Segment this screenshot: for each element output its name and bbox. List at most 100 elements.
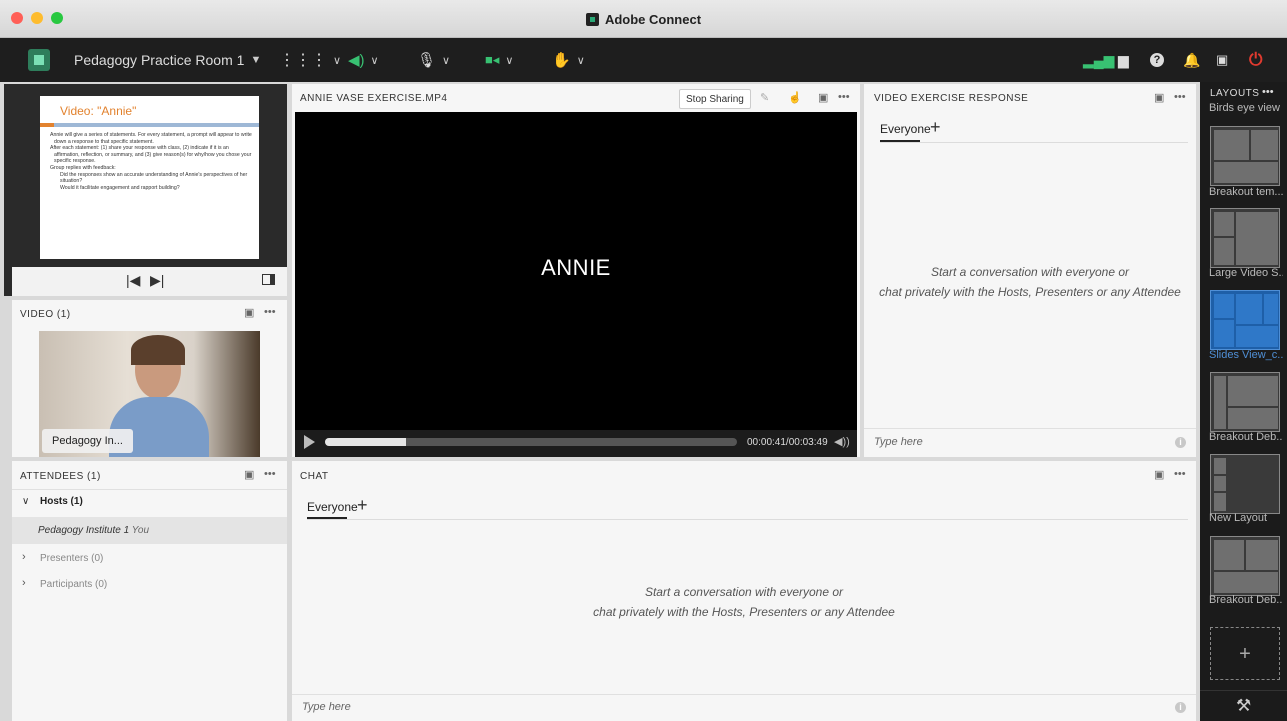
more-options-icon[interactable]: ••• xyxy=(838,91,850,103)
play-icon[interactable] xyxy=(304,435,315,449)
layout-label[interactable]: Slides View_c... xyxy=(1209,349,1283,361)
layout-thumbnail-large-video[interactable] xyxy=(1210,208,1280,268)
layout-thumbnail-breakout-debrief[interactable] xyxy=(1210,372,1280,432)
video-pod-title: VIDEO (1) xyxy=(20,309,71,320)
add-tab-icon[interactable]: + xyxy=(357,495,368,516)
connection-status-button[interactable]: ▂▄▆ xyxy=(1083,38,1114,82)
chat-pod-title: CHAT xyxy=(300,471,329,482)
chevron-down-icon: ∨ xyxy=(505,54,514,67)
microphone-icon: 🎙 xyxy=(417,52,437,69)
pointer-icon[interactable]: ☝ xyxy=(788,91,802,104)
layout-label[interactable]: Large Video S... xyxy=(1209,267,1283,279)
presenters-group[interactable]: Presenters (0) xyxy=(40,553,103,564)
chevron-down-icon: ∨ xyxy=(576,54,585,67)
layout-label[interactable]: New Layout xyxy=(1209,512,1283,524)
pod-menu-button[interactable]: ⋮⋮⋮ ∨ xyxy=(279,38,341,82)
grid-icon: ⋮⋮⋮ xyxy=(279,52,327,69)
layout-label[interactable]: Birds eye view xyxy=(1209,102,1283,114)
chevron-right-icon[interactable]: › xyxy=(22,577,26,589)
maximize-pod-icon[interactable]: ▣ xyxy=(244,306,254,319)
add-tab-icon[interactable]: + xyxy=(930,117,941,138)
slide-content: Video: "Annie" Annie will give a series … xyxy=(40,96,259,259)
layout-label[interactable]: Breakout Deb... xyxy=(1209,431,1283,443)
app-menu-icon[interactable] xyxy=(28,49,50,71)
maximize-pod-icon[interactable]: ▣ xyxy=(244,468,254,481)
room-name-menu[interactable]: Pedagogy Practice Room 1 ▼ xyxy=(74,38,261,82)
add-layout-button[interactable]: + xyxy=(1210,627,1280,680)
more-options-icon[interactable]: ••• xyxy=(1262,86,1274,98)
person-hair xyxy=(131,335,185,365)
slide-sub-bullet: Did the responses show an accurate under… xyxy=(60,171,248,185)
empty-message-line: Start a conversation with everyone or xyxy=(930,265,1130,279)
exit-button[interactable]: ⏻ xyxy=(1249,38,1262,82)
hosts-group[interactable]: Hosts (1) xyxy=(40,496,83,507)
microphone-button[interactable]: 🎙 ∨ xyxy=(417,38,450,82)
empty-message-line: Start a conversation with everyone or xyxy=(644,585,844,599)
video-response-empty-message: Start a conversation with everyone or ch… xyxy=(864,262,1196,302)
slide-accent-bar xyxy=(40,123,54,127)
empty-message-line: chat privately with the Hosts, Presenter… xyxy=(593,605,895,619)
info-icon[interactable]: i xyxy=(1175,437,1186,448)
speaker-button[interactable]: ◀) ∨ xyxy=(348,38,379,82)
chat-button[interactable]: ▆ xyxy=(1118,38,1129,82)
chevron-down-icon: ∨ xyxy=(370,54,379,67)
tab-divider xyxy=(307,519,1188,520)
stop-sharing-button[interactable]: Stop Sharing xyxy=(679,89,751,109)
hand-icon: ✋ xyxy=(552,52,571,69)
video-time: 00:00:41/00:03:49 xyxy=(747,437,828,448)
layout-thumbnail-slides-view[interactable] xyxy=(1210,290,1280,350)
slide-sub-bullet: Would it facilitate engagement and rappo… xyxy=(60,184,180,191)
more-options-icon[interactable]: ••• xyxy=(264,468,276,480)
layout-label[interactable]: Breakout tem... xyxy=(1209,186,1283,198)
tab-divider xyxy=(880,142,1188,143)
more-options-icon[interactable]: ••• xyxy=(264,306,276,318)
slide-title: Video: "Annie" xyxy=(60,104,137,118)
volume-icon[interactable]: ◀)) xyxy=(834,435,850,448)
video-progress-bar[interactable] xyxy=(325,438,737,446)
help-button[interactable]: ? xyxy=(1150,38,1164,82)
layout-thumbnail-new-layout[interactable] xyxy=(1210,454,1280,514)
power-icon: ⏻ xyxy=(1249,50,1263,69)
previous-slide-button[interactable]: |◀ xyxy=(126,272,140,289)
next-slide-button[interactable]: ▶| xyxy=(150,272,164,289)
maximize-pod-icon[interactable]: ▣ xyxy=(1154,91,1164,104)
maximize-pod-icon[interactable]: ▣ xyxy=(818,91,828,104)
sidebar-toggle-icon[interactable] xyxy=(262,274,275,285)
share-pod-title: ANNIE VASE EXERCISE.MP4 xyxy=(300,93,448,104)
adobe-connect-logo-icon xyxy=(585,12,599,26)
notifications-button[interactable]: 🔔 xyxy=(1183,38,1200,82)
fullscreen-icon: ▣ xyxy=(1216,52,1229,67)
raise-hand-button[interactable]: ✋ ∨ xyxy=(552,38,585,82)
video-response-input[interactable]: Type here xyxy=(874,436,923,448)
room-name: Pedagogy Practice Room 1 xyxy=(74,52,245,68)
help-icon: ? xyxy=(1150,53,1164,67)
chat-input[interactable]: Type here xyxy=(302,701,351,713)
attendees-pod-title: ATTENDEES (1) xyxy=(20,471,101,482)
participants-group[interactable]: Participants (0) xyxy=(40,579,107,590)
info-icon[interactable]: i xyxy=(1175,702,1186,713)
signal-bars-icon: ▂▄▆ xyxy=(1083,51,1115,68)
layout-label[interactable]: Breakout Deb... xyxy=(1209,594,1283,606)
camera-button[interactable]: ■◂ ∨ xyxy=(485,38,513,82)
tab-everyone[interactable]: Everyone xyxy=(880,122,931,136)
maximize-pod-icon[interactable]: ▣ xyxy=(1154,468,1164,481)
speaker-icon: ◀) xyxy=(348,52,365,69)
fullscreen-button[interactable]: ▣ xyxy=(1216,38,1228,82)
chevron-down-icon: ▼ xyxy=(250,54,262,66)
more-options-icon[interactable]: ••• xyxy=(1174,468,1186,480)
attendee-name: Pedagogy Institute 1 You xyxy=(38,525,149,536)
window-title-text: Adobe Connect xyxy=(604,11,702,27)
layout-thumbnail-breakout-debrief-2[interactable] xyxy=(1210,536,1280,596)
slide-bullets: Annie will give a series of statements. … xyxy=(48,132,253,191)
more-options-icon[interactable]: ••• xyxy=(1174,91,1186,103)
chevron-down-icon[interactable]: ∨ xyxy=(22,496,29,507)
attendee-name-text: Pedagogy Institute 1 xyxy=(38,525,130,536)
window-title: Adobe Connect xyxy=(0,0,1287,38)
divider xyxy=(292,694,1196,695)
chevron-right-icon[interactable]: › xyxy=(22,551,26,563)
tab-everyone[interactable]: Everyone xyxy=(307,500,358,514)
tools-icon[interactable]: ⚒ xyxy=(1236,696,1251,716)
slide-bullet: Annie will give a series of statements. … xyxy=(50,132,252,145)
layout-thumbnail-breakout-template[interactable] xyxy=(1210,126,1280,186)
pencil-icon[interactable]: ✎ xyxy=(760,91,769,104)
